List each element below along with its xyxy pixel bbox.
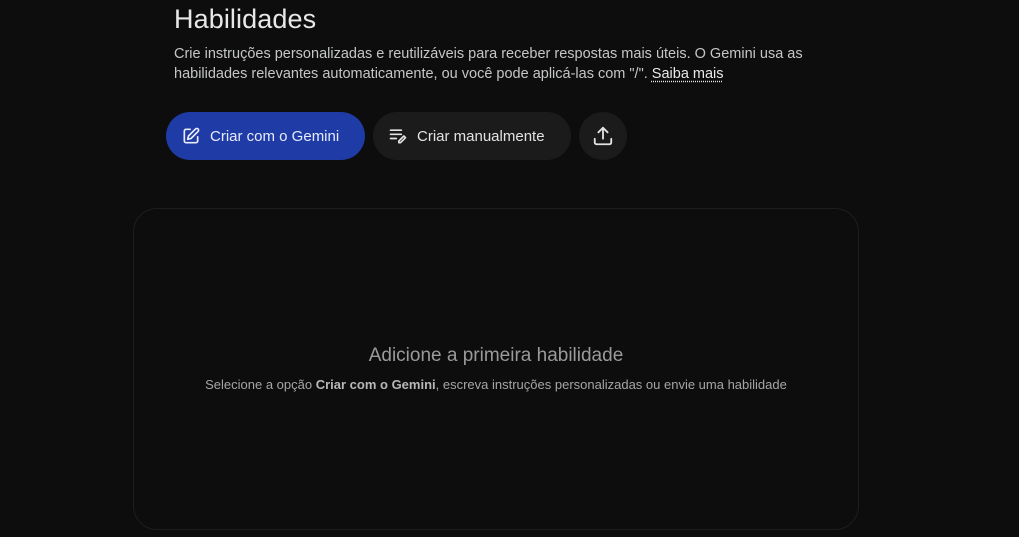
edit-note-icon <box>388 126 408 146</box>
page-title: Habilidades <box>174 4 317 34</box>
empty-state-title: Adicione a primeira habilidade <box>368 345 624 366</box>
skills-page: Habilidades Crie instruções personalizad… <box>0 0 1019 537</box>
empty-state-text: Selecione a opção Criar com o Gemini, es… <box>134 377 858 392</box>
create-with-gemini-button[interactable]: Criar com o Gemini <box>166 112 365 160</box>
learn-more-link[interactable]: Saiba mais <box>652 66 724 82</box>
empty-state-text-suffix: , escreva instruções personalizadas ou e… <box>435 377 787 392</box>
edit-square-icon <box>181 126 201 146</box>
action-bar: Criar com o Gemini Criar manualmente <box>166 112 627 160</box>
create-manually-label: Criar manualmente <box>417 127 545 145</box>
page-description: Crie instruções personalizadas e reutili… <box>174 44 824 84</box>
empty-state-text-emphasis: Criar com o Gemini <box>315 377 436 392</box>
create-with-gemini-label: Criar com o Gemini <box>210 127 340 145</box>
empty-state-card: Adicione a primeira habilidade Selecione… <box>133 208 859 530</box>
create-manually-button[interactable]: Criar manualmente <box>373 112 571 160</box>
upload-skill-button[interactable] <box>579 112 627 160</box>
empty-state-text-prefix: Selecione a opção <box>205 377 316 392</box>
upload-icon <box>592 125 614 147</box>
